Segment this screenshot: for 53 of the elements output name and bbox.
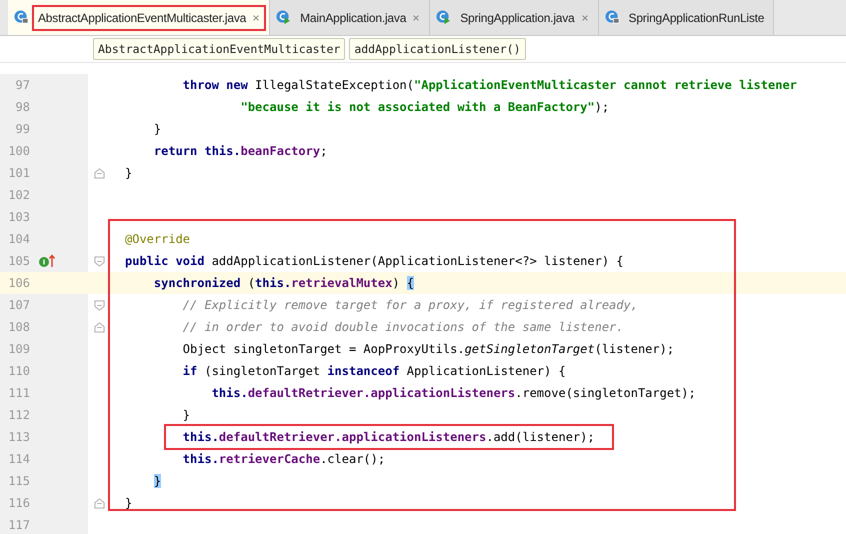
fold-start-icon[interactable] (94, 300, 104, 310)
line-number: 109 (7, 341, 30, 358)
code-line: this.defaultRetriever.applicationListeners.add(listener); (166, 426, 612, 448)
editor-tab[interactable]: MainApplication.java (270, 0, 430, 35)
editor-tab[interactable]: SpringApplication.java (430, 0, 599, 35)
code-line: public void addApplicationListener(ApplicationListener<?> listener) { (125, 253, 624, 270)
breadcrumb-item[interactable]: AbstractApplicationEventMulticaster (93, 38, 346, 60)
code-line: // in order to avoid double invocations of the same listener. (182, 319, 624, 336)
close-icon[interactable] (580, 14, 589, 22)
override-marker-icon[interactable] (38, 254, 56, 268)
code-line: // Explicitly remove target for a proxy, if registered already, (182, 297, 638, 314)
close-icon[interactable] (412, 14, 420, 22)
line-number: 114 (7, 451, 30, 468)
code-line: return this.beanFactory; (154, 143, 328, 160)
breadcrumb-item[interactable]: addApplicationListener() (349, 38, 526, 60)
fold-start-icon[interactable] (94, 256, 104, 266)
line-number: 115 (7, 473, 30, 490)
line-number: 99 (14, 121, 30, 138)
code-line: this.retrieverCache.clear(); (182, 451, 386, 468)
line-number: 100 (7, 143, 30, 160)
line-number: 113 (7, 429, 30, 446)
fold-end-icon[interactable] (94, 498, 104, 508)
code-line: if (singletonTarget instanceof ApplicationListener) { (182, 363, 566, 380)
code-line: synchronized (this.retrievalMutex) { (154, 275, 414, 292)
code-line: this.defaultRetriever.applicationListeners.remove(singletonTarget); (212, 385, 696, 402)
code-line: } (154, 121, 162, 138)
line-number: 105 (7, 253, 30, 270)
code-line: } (125, 495, 132, 512)
close-icon[interactable] (252, 14, 260, 22)
line-number: 102 (7, 187, 30, 204)
line-number: 116 (7, 495, 30, 512)
fold-end-icon[interactable] (94, 322, 104, 332)
code-line: } (125, 165, 132, 182)
line-number: 97 (14, 77, 30, 94)
code-line: Object singletonTarget = AopProxyUtils.getSingletonTarget(listener); (182, 341, 674, 358)
line-number: 106 (7, 275, 30, 292)
code-line: @Override (125, 231, 190, 248)
code-line: "because it is not associated with a BeanFactory"); (240, 99, 610, 116)
editor-tab[interactable]: SpringApplicationRunListe (598, 0, 774, 35)
line-number: 104 (7, 231, 30, 248)
line-number: 108 (7, 319, 30, 336)
line-number: 98 (14, 99, 30, 116)
code-line: throw new IllegalStateException("ApplicationEventMulticaster cannot retrieve listener (182, 77, 797, 94)
fold-end-icon[interactable] (94, 168, 104, 178)
line-number: 110 (7, 363, 30, 380)
line-number: 103 (7, 209, 30, 226)
editor-tab[interactable]: AbstractApplicationEventMulticaster.java (8, 0, 270, 35)
code-line: } (182, 407, 190, 424)
line-number: 112 (7, 407, 30, 424)
line-number: 101 (7, 165, 30, 182)
line-number: 117 (7, 517, 30, 534)
line-number: 107 (7, 297, 30, 314)
line-number: 111 (7, 385, 30, 402)
